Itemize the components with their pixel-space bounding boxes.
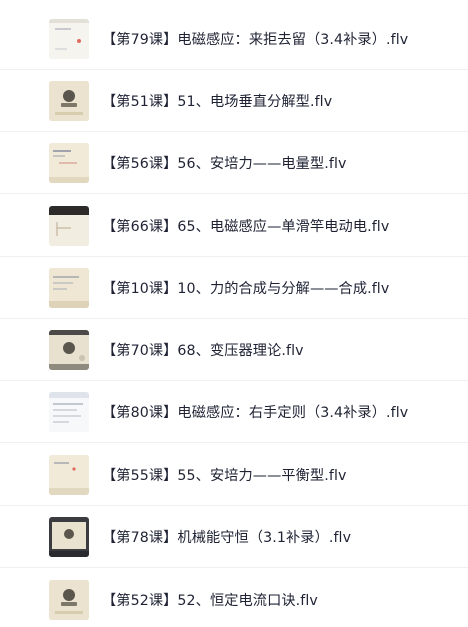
- file-name[interactable]: 【第52课】52、恒定电流口诀.flv: [102, 590, 318, 610]
- video-thumbnail-title-card-icon: [49, 579, 89, 620]
- video-thumbnail: [49, 329, 89, 370]
- file-name[interactable]: 【第10课】10、力的合成与分解——合成.flv: [102, 278, 389, 298]
- file-row[interactable]: 【第52课】52、恒定电流口诀.flv: [0, 569, 468, 627]
- video-thumbnail-dark-header-icon: [49, 205, 89, 246]
- video-thumbnail: [49, 579, 89, 620]
- video-thumbnail: [49, 18, 89, 59]
- file-name[interactable]: 【第55课】55、安培力——平衡型.flv: [102, 465, 347, 485]
- file-list: 【第79课】电磁感应：来拒去留（3.4补录）.flv 【第51课】51、电场垂直…: [0, 0, 468, 627]
- file-row[interactable]: 【第55课】55、安培力——平衡型.flv: [0, 444, 468, 506]
- file-row[interactable]: 【第70课】68、变压器理论.flv: [0, 319, 468, 381]
- file-row[interactable]: 【第66课】65、电磁感应—单滑竿电动电.flv: [0, 195, 468, 257]
- video-thumbnail-player-icon: [49, 329, 89, 370]
- video-thumbnail: [49, 516, 89, 557]
- file-name[interactable]: 【第51课】51、电场垂直分解型.flv: [102, 91, 332, 111]
- video-thumbnail: [49, 267, 89, 308]
- video-thumbnail-document-icon: [49, 391, 89, 432]
- video-thumbnail: [49, 454, 89, 495]
- file-row[interactable]: 【第79课】电磁感应：来拒去留（3.4补录）.flv: [0, 8, 468, 70]
- video-thumbnail: [49, 205, 89, 246]
- file-row[interactable]: 【第80课】电磁感应：右手定则（3.4补录）.flv: [0, 381, 468, 443]
- file-name[interactable]: 【第78课】机械能守恒（3.1补录）.flv: [102, 527, 351, 547]
- video-thumbnail-whiteboard-icon: [49, 18, 89, 59]
- video-thumbnail-title-card-icon: [49, 80, 89, 121]
- file-row[interactable]: 【第56课】56、安培力——电量型.flv: [0, 132, 468, 194]
- video-thumbnail-notes-icon: [49, 142, 89, 183]
- video-thumbnail-player-icon: [49, 516, 89, 557]
- video-thumbnail-notes-icon: [49, 267, 89, 308]
- file-name[interactable]: 【第66课】65、电磁感应—单滑竿电动电.flv: [102, 216, 389, 236]
- video-thumbnail-notes-icon: [49, 454, 89, 495]
- file-row[interactable]: 【第10课】10、力的合成与分解——合成.flv: [0, 257, 468, 319]
- video-thumbnail: [49, 391, 89, 432]
- file-name[interactable]: 【第80课】电磁感应：右手定则（3.4补录）.flv: [102, 402, 408, 422]
- file-name[interactable]: 【第70课】68、变压器理论.flv: [102, 340, 304, 360]
- file-name[interactable]: 【第79课】电磁感应：来拒去留（3.4补录）.flv: [102, 29, 408, 49]
- file-row[interactable]: 【第51课】51、电场垂直分解型.flv: [0, 70, 468, 132]
- video-thumbnail: [49, 80, 89, 121]
- video-thumbnail: [49, 142, 89, 183]
- file-row[interactable]: 【第78课】机械能守恒（3.1补录）.flv: [0, 506, 468, 568]
- file-name[interactable]: 【第56课】56、安培力——电量型.flv: [102, 153, 347, 173]
